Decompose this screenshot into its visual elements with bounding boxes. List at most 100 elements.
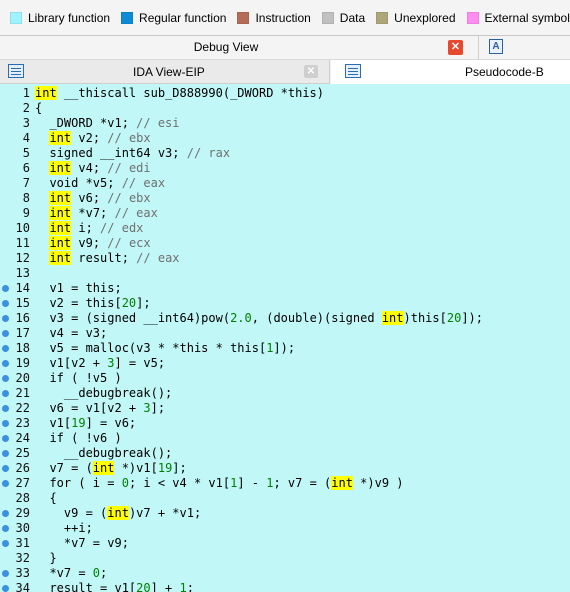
line-number: 2 — [22, 101, 30, 115]
line-number: 13 — [15, 266, 30, 280]
code-text: { — [35, 101, 43, 115]
code-line[interactable]: 20 if ( !v5 ) — [0, 371, 570, 386]
line-number: 26 — [15, 461, 30, 475]
line-number: 5 — [22, 146, 30, 160]
code-line[interactable]: 15 v2 = this[20]; — [0, 296, 570, 311]
code-line[interactable]: 13 — [0, 266, 570, 281]
pseudocode-editor[interactable]: 1 int __thiscall sub_D888990(_DWORD *this… — [0, 84, 570, 592]
line-number: 8 — [22, 191, 30, 205]
code-line[interactable]: 3 _DWORD *v1; // esi — [0, 116, 570, 131]
tab-label: Pseudocode-B — [465, 65, 544, 79]
code-line[interactable]: 4 int v2; // ebx — [0, 131, 570, 146]
legend-instruction: Instruction — [237, 11, 311, 25]
code-line[interactable]: 33 *v7 = 0; — [0, 566, 570, 581]
line-number: 10 — [15, 221, 30, 235]
unexplored-swatch — [376, 12, 389, 24]
code-text: v3 = (signed __int64)pow(2.0, (double)(s… — [35, 311, 483, 325]
code-text: v5 = malloc(v3 * *this * this[1]); — [35, 341, 296, 355]
line-number: 1 — [22, 86, 30, 100]
line-number: 28 — [15, 491, 30, 505]
code-text: for ( i = 0; i < v4 * v1[1] - 1; v7 = (i… — [35, 476, 404, 490]
tab-pseudocode-b[interactable]: Pseudocode-B — [331, 60, 570, 84]
line-number: 24 — [15, 431, 30, 445]
code-line[interactable]: 34 result = v1[20] + 1; — [0, 581, 570, 592]
code-text: *v7 = v9; — [35, 536, 129, 550]
tab-ida-view-eip[interactable]: IDA View-EIP ✕ — [0, 60, 330, 84]
code-text: *v7 = 0; — [35, 566, 108, 580]
library-function-swatch — [10, 12, 22, 24]
line-number: 15 — [15, 296, 30, 310]
line-number: 9 — [22, 206, 30, 220]
code-line[interactable]: 10 int i; // edx — [0, 221, 570, 236]
code-text: } — [35, 551, 57, 565]
code-line[interactable]: 17 v4 = v3; — [0, 326, 570, 341]
code-line[interactable]: 5 signed __int64 v3; // rax — [0, 146, 570, 161]
code-line[interactable]: 29 v9 = (int)v7 + *v1; — [0, 506, 570, 521]
code-line[interactable]: 7 void *v5; // eax — [0, 176, 570, 191]
code-line[interactable]: 32 } — [0, 551, 570, 566]
code-line[interactable]: 27 for ( i = 0; i < v4 * v1[1] - 1; v7 =… — [0, 476, 570, 491]
code-line[interactable]: 2{ — [0, 101, 570, 116]
code-text: { — [35, 491, 57, 505]
code-text: v6 = v1[v2 + 3]; — [35, 401, 166, 415]
code-line[interactable]: 26 v7 = (int *)v1[19]; — [0, 461, 570, 476]
legend-regular-function: Regular function — [121, 11, 226, 25]
close-icon[interactable]: ✕ — [304, 65, 318, 78]
line-number: 4 — [22, 131, 30, 145]
code-text: v1[v2 + 3] = v5; — [35, 356, 166, 370]
code-line[interactable]: 18 v5 = malloc(v3 * *this * this[1]); — [0, 341, 570, 356]
code-text: if ( !v5 ) — [35, 371, 122, 385]
line-number: 14 — [15, 281, 30, 295]
legend-label: Library function — [28, 11, 111, 25]
regular-function-swatch — [121, 12, 134, 24]
code-text: __debugbreak(); — [35, 446, 173, 460]
code-line[interactable]: 28 { — [0, 491, 570, 506]
code-line[interactable]: 30 ++i; — [0, 521, 570, 536]
view-tab-row: IDA View-EIP ✕ Pseudocode-B — [0, 60, 570, 84]
line-number: 21 — [15, 386, 30, 400]
instruction-swatch — [237, 12, 250, 24]
legend-data: Data — [321, 11, 365, 25]
code-text: result = v1[20] + 1; — [35, 581, 194, 592]
line-number: 19 — [15, 356, 30, 370]
code-text: int v9; // ecx — [49, 236, 151, 250]
listing-icon — [8, 64, 24, 78]
code-line[interactable]: 9 int *v7; // eax — [0, 206, 570, 221]
code-line[interactable]: 12 int result; // eax — [0, 251, 570, 266]
line-number: 33 — [15, 566, 30, 580]
code-text: void *v5; // eax — [35, 176, 166, 190]
line-number: 31 — [15, 536, 30, 550]
strings-view-icon[interactable]: A — [489, 39, 503, 54]
legend-label: Unexplored — [394, 11, 456, 25]
code-line[interactable]: 24 if ( !v6 ) — [0, 431, 570, 446]
line-number: 23 — [15, 416, 30, 430]
code-line[interactable]: 21 __debugbreak(); — [0, 386, 570, 401]
code-text: _DWORD *v1; // esi — [35, 116, 180, 130]
code-text: int __thiscall sub_D888990(_DWORD *this) — [35, 86, 324, 100]
line-number: 25 — [15, 446, 30, 460]
code-line[interactable]: 23 v1[19] = v6; — [0, 416, 570, 431]
code-line[interactable]: 25 __debugbreak(); — [0, 446, 570, 461]
code-line[interactable]: 1 int __thiscall sub_D888990(_DWORD *this… — [0, 86, 570, 101]
legend-external-symbol: External symbol — [466, 11, 570, 25]
code-line[interactable]: 8 int v6; // ebx — [0, 191, 570, 206]
line-number: 11 — [15, 236, 30, 250]
color-legend: Library function Regular function Instru… — [0, 0, 570, 36]
code-line[interactable]: 16 v3 = (signed __int64)pow(2.0, (double… — [0, 311, 570, 326]
line-number: 18 — [15, 341, 30, 355]
tab-label: IDA View-EIP — [133, 65, 205, 79]
line-number: 22 — [15, 401, 30, 415]
close-icon[interactable]: ✕ — [448, 40, 463, 55]
code-line[interactable]: 14 v1 = this; — [0, 281, 570, 296]
legend-label: External symbol — [484, 11, 570, 25]
line-number: 16 — [15, 311, 30, 325]
divider — [478, 36, 479, 60]
line-number: 3 — [22, 116, 30, 130]
code-text: int *v7; // eax — [49, 206, 158, 220]
code-line[interactable]: 19 v1[v2 + 3] = v5; — [0, 356, 570, 371]
code-line[interactable]: 6 int v4; // edi — [0, 161, 570, 176]
code-line[interactable]: 11 int v9; // ecx — [0, 236, 570, 251]
code-line[interactable]: 31 *v7 = v9; — [0, 536, 570, 551]
code-text: v7 = (int *)v1[19]; — [35, 461, 187, 475]
code-line[interactable]: 22 v6 = v1[v2 + 3]; — [0, 401, 570, 416]
